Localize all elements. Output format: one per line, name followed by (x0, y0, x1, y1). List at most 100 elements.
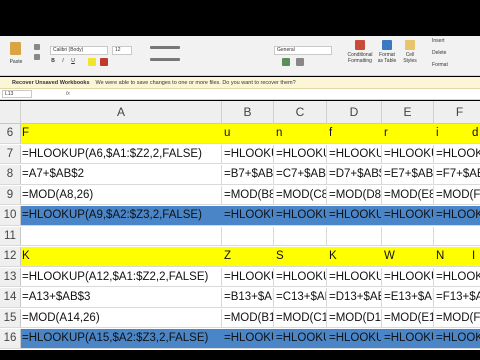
paste-icon[interactable] (10, 42, 21, 55)
cell[interactable]: F (21, 124, 222, 143)
cell[interactable]: =HLOOKUI (327, 329, 382, 348)
column-header-e[interactable]: E (382, 101, 434, 124)
format-button[interactable]: Format (432, 62, 454, 68)
conditional-formatting-button[interactable]: Conditional Formatting (345, 52, 375, 64)
cell[interactable]: =MOD(C8, (274, 185, 327, 204)
cell[interactable]: =HLOOKUP(A9,$A2:$Z3,2,FALSE) (21, 206, 222, 225)
underline-icon[interactable]: U (70, 58, 76, 64)
cell[interactable]: I (470, 247, 480, 266)
cell[interactable]: =D13+$AB (327, 288, 382, 307)
format-as-table-button[interactable]: Format as Table (376, 52, 398, 64)
cell[interactable]: =HLOOKUI (327, 144, 382, 163)
column-header-b[interactable]: B (222, 101, 274, 124)
row-header[interactable]: 8 (0, 165, 21, 184)
conditional-formatting-icon[interactable] (355, 40, 365, 50)
cell[interactable]: =E13+$AB (382, 288, 434, 307)
row-header[interactable]: 12 (0, 247, 21, 266)
cell[interactable]: =HLOOKUI (434, 268, 480, 287)
cell[interactable] (222, 226, 274, 245)
cell[interactable] (21, 226, 222, 245)
cell[interactable]: =B7+$AB$ (222, 165, 274, 184)
cell[interactable] (274, 226, 327, 245)
cell[interactable]: K (21, 247, 222, 266)
align-top-icon[interactable] (150, 46, 180, 49)
cut-icon[interactable] (34, 44, 40, 50)
cell[interactable]: =MOD(F14 (434, 309, 480, 328)
cell[interactable]: =HLOOKUP(A15,$A2:$Z3,2,FALSE) (21, 329, 222, 348)
cell[interactable]: n (274, 124, 327, 143)
cell[interactable]: =F7+$AB$ (434, 165, 480, 184)
cell[interactable]: =HLOOKUI (274, 206, 327, 225)
cell[interactable]: =C7+$AB$ (274, 165, 327, 184)
cell[interactable]: =MOD(E8, (382, 185, 434, 204)
cell[interactable]: =HLOOKUI (434, 329, 480, 348)
align-left-icon[interactable] (150, 58, 180, 61)
cell[interactable]: =HLOOKUI (222, 206, 274, 225)
column-header-d[interactable]: D (327, 101, 382, 124)
cell[interactable]: =E7+$AB$ (382, 165, 434, 184)
font-color-icon[interactable] (100, 58, 108, 66)
cell-styles-button[interactable]: Cell Styles (400, 52, 420, 64)
cell[interactable]: =MOD(C14 (274, 308, 327, 327)
cell[interactable]: =HLOOKUI (274, 144, 327, 163)
column-header-f[interactable]: F (434, 101, 480, 124)
cell[interactable]: d (470, 124, 480, 143)
cell[interactable]: =HLOOKUI (434, 145, 480, 164)
cell[interactable]: =HLOOKUP(A6,$A1:$Z2,2,FALSE) (21, 144, 222, 163)
cell[interactable]: =HLOOKUI (274, 329, 327, 348)
cell[interactable]: =HLOOKUI (222, 329, 274, 348)
cell[interactable] (327, 226, 382, 245)
cell[interactable]: =C13+$AB (274, 288, 327, 307)
cell[interactable]: =HLOOKUI (382, 206, 434, 225)
fill-color-icon[interactable] (88, 58, 96, 66)
copy-icon[interactable] (34, 54, 40, 60)
cell[interactable]: =MOD(D8, (327, 185, 382, 204)
italic-icon[interactable]: I (60, 58, 66, 64)
cell[interactable]: =HLOOKUI (327, 267, 382, 286)
cell[interactable]: =MOD(B8, (222, 185, 274, 204)
cell[interactable]: =HLOOKUI (382, 144, 434, 163)
cell[interactable]: K (327, 247, 382, 266)
cell[interactable]: =B13+$AB (222, 288, 274, 307)
row-header[interactable]: 14 (0, 288, 21, 307)
font-size-select[interactable]: 12 (112, 46, 132, 55)
row-header[interactable]: 6 (0, 124, 21, 143)
format-as-table-icon[interactable] (382, 40, 392, 50)
cell[interactable]: =MOD(E14 (382, 308, 434, 327)
bold-icon[interactable]: B (50, 58, 56, 64)
percent-icon[interactable] (296, 58, 304, 66)
row-header[interactable]: 11 (0, 226, 21, 245)
cell[interactable] (434, 227, 480, 246)
row-header[interactable]: 13 (0, 267, 21, 286)
cell[interactable]: =HLOOKUI (434, 206, 480, 225)
currency-icon[interactable] (282, 58, 290, 66)
cell[interactable]: =MOD(F8, (434, 186, 480, 205)
cell[interactable]: =A13+$AB$3 (21, 288, 222, 307)
cell[interactable]: =HLOOKUI (382, 267, 434, 286)
insert-button[interactable]: Insert (432, 38, 454, 44)
cell[interactable]: =HLOOKUI (274, 267, 327, 286)
cell[interactable]: W (382, 247, 434, 266)
cell[interactable]: =HLOOKUP(A12,$A1:$Z2,2,FALSE) (21, 267, 222, 286)
fx-icon[interactable]: fx (66, 89, 70, 100)
number-format-select[interactable]: General (274, 46, 332, 55)
cell[interactable]: =HLOOKUI (382, 329, 434, 348)
cell[interactable]: u (222, 124, 274, 143)
cell[interactable]: Z (222, 247, 274, 266)
cell[interactable]: S (274, 247, 327, 266)
row-header[interactable]: 10 (0, 206, 21, 225)
cell[interactable]: =HLOOKUI (222, 267, 274, 286)
cell[interactable]: =MOD(B14 (222, 308, 274, 327)
cell[interactable]: =HLOOKUI (222, 144, 274, 163)
cell[interactable]: =F13+$AB (434, 288, 480, 307)
cell[interactable]: =MOD(A8,26) (21, 185, 222, 204)
column-header-c[interactable]: C (274, 101, 327, 124)
cell[interactable]: =HLOOKUI (327, 206, 382, 225)
cell[interactable]: =A7+$AB$2 (21, 165, 222, 184)
cell-styles-icon[interactable] (405, 40, 415, 50)
row-header[interactable]: 16 (0, 329, 21, 348)
cell[interactable]: =MOD(D14 (327, 308, 382, 327)
cell[interactable]: f (327, 124, 382, 143)
cell[interactable]: r (382, 124, 434, 143)
cell[interactable] (382, 226, 434, 245)
